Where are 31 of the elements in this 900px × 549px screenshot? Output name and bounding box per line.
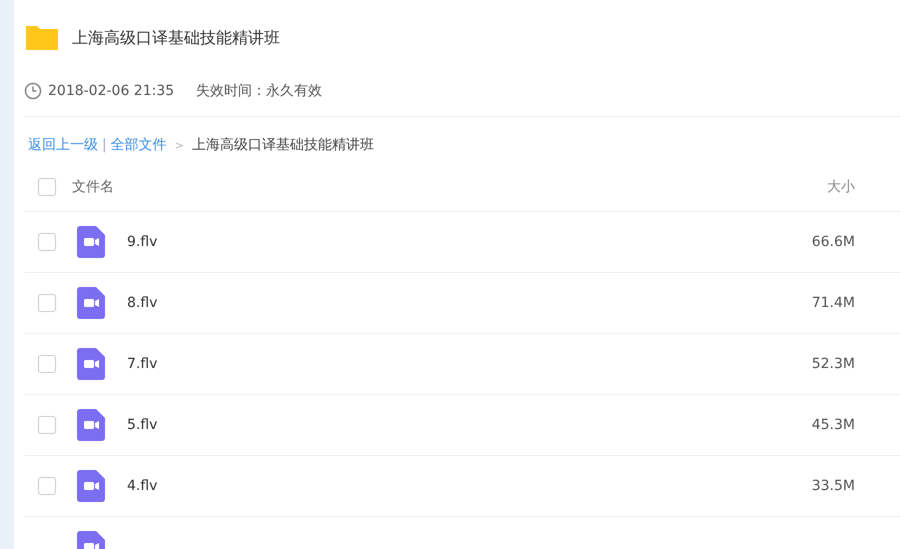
file-size: 71.4M: [812, 295, 855, 311]
column-header: 大小: [827, 178, 855, 196]
clock-icon: [24, 82, 42, 100]
created-time: 2018-02-06 21:35: [48, 83, 174, 99]
file-size: 33.5M: [812, 478, 855, 494]
video-file-icon: [77, 226, 105, 258]
file-name[interactable]: 8.flv: [127, 295, 158, 311]
breadcrumb-arrow: >: [174, 138, 184, 152]
video-file-icon: [77, 348, 105, 380]
row-checkbox[interactable]: [38, 294, 56, 312]
row-checkbox[interactable]: [38, 355, 56, 373]
folder-title: 上海高级口译基础技能精讲班: [72, 28, 280, 48]
expiry-text: 失效时间：永久有效: [196, 82, 322, 100]
row-checkbox[interactable]: [38, 477, 56, 495]
separator: |: [102, 137, 107, 153]
file-name[interactable]: 4.flv: [127, 478, 158, 494]
file-size: 52.3M: [812, 356, 855, 372]
file-name[interactable]: 5.flv: [127, 417, 158, 433]
file-name[interactable]: 9.flv: [127, 234, 158, 250]
file-name[interactable]: 7.flv: [127, 356, 158, 372]
video-file-icon: [77, 287, 105, 319]
folder-icon: [24, 24, 60, 52]
video-file-icon: [77, 470, 105, 502]
row-checkbox[interactable]: [38, 416, 56, 434]
column-header: 文件名: [72, 178, 114, 196]
row-checkbox[interactable]: [38, 233, 56, 251]
file-size: 66.6M: [812, 234, 855, 250]
current-folder: 上海高级口译基础技能精讲班: [192, 136, 374, 154]
file-size: 45.3M: [812, 417, 855, 433]
select-all-checkbox[interactable]: [38, 178, 56, 196]
video-file-icon: [77, 409, 105, 441]
